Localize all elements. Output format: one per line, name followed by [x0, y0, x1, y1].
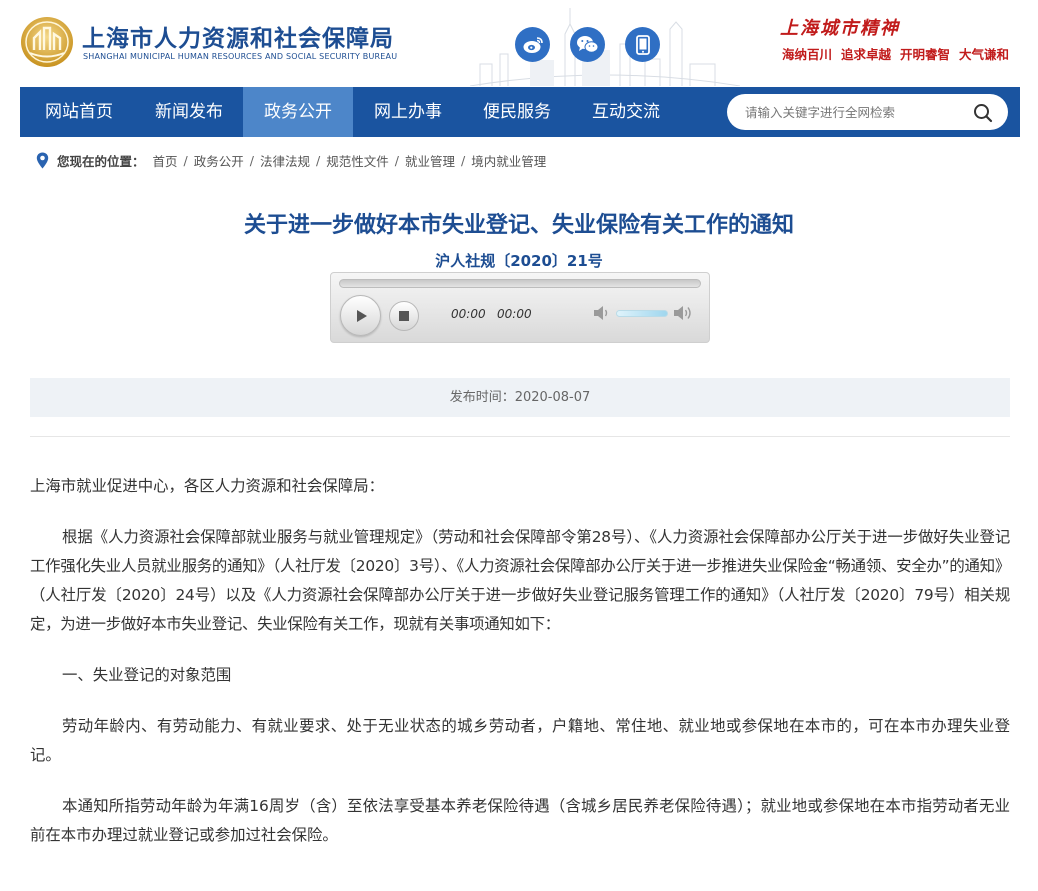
- audio-progress-bar[interactable]: [339, 279, 701, 288]
- mobile-link[interactable]: [625, 27, 660, 62]
- volume-slider[interactable]: [616, 310, 668, 317]
- weibo-link[interactable]: [515, 27, 550, 62]
- location-pin-icon: [36, 152, 49, 168]
- article-body: 上海市就业促进中心，各区人力资源和社会保障局： 根据《人力资源社会保障部就业服务…: [30, 472, 1010, 850]
- search-box: [727, 94, 1008, 130]
- article-paragraph: 本通知所指劳动年龄为年满16周岁（含）至依法享受基本养老保险待遇（含城乡居民养老…: [30, 797, 1010, 844]
- breadcrumb-employment-mgmt[interactable]: 就业管理: [405, 151, 455, 170]
- skyline-decoration: [470, 8, 740, 86]
- nav-item-news[interactable]: 新闻发布: [134, 87, 244, 137]
- breadcrumb-separator: /: [183, 152, 188, 168]
- mobile-icon: [635, 34, 650, 55]
- stop-icon: [399, 311, 409, 321]
- breadcrumb-separator: /: [460, 152, 466, 168]
- salutation: 上海市就业促进中心，各区人力资源和社会保障局：: [30, 477, 384, 495]
- wechat-icon: [577, 36, 599, 53]
- city-spirit-title: 上海城市精神: [780, 18, 900, 39]
- search-input[interactable]: [745, 94, 965, 130]
- motto-item: 大气谦和: [959, 47, 1010, 62]
- content-divider: [30, 436, 1010, 437]
- volume-mute-icon[interactable]: [593, 305, 611, 321]
- bureau-name[interactable]: 上海市人力资源和社会保障局: [82, 19, 394, 53]
- breadcrumb-separator: /: [394, 152, 399, 168]
- nav-item-home[interactable]: 网站首页: [24, 87, 134, 137]
- main-nav: 网站首页 新闻发布 政务公开 网上办事 便民服务 互动交流: [20, 87, 1020, 137]
- current-time: 00:00: [451, 307, 486, 321]
- motto-item: 开明睿智: [900, 47, 951, 62]
- bureau-emblem-icon[interactable]: [20, 16, 74, 68]
- breadcrumb-gov-affairs[interactable]: 政务公开: [194, 151, 244, 170]
- volume-max-icon[interactable]: [673, 304, 693, 322]
- breadcrumb: 您现在的位置： 首页 / 政务公开 / 法律法规 / 规范性文件 / 就业管理 …: [36, 150, 546, 170]
- nav-item-online-services[interactable]: 网上办事: [353, 87, 463, 137]
- article-paragraph: 根据《人力资源社会保障部就业服务与就业管理规定》（劳动和社会保障部令第28号）、…: [30, 528, 1010, 633]
- nav-item-public-services[interactable]: 便民服务: [462, 87, 572, 137]
- publish-info-bar: 发布时间：2020-08-07: [30, 378, 1010, 417]
- section-heading: 一、失业登记的对象范围: [62, 666, 232, 684]
- breadcrumb-separator: /: [249, 152, 254, 168]
- site-header: 上海市人力资源和社会保障局 SHANGHAI MUNICIPAL HUMAN R…: [0, 0, 1038, 87]
- article-paragraph: 劳动年龄内、有劳动能力、有就业要求、处于无业状态的城乡劳动者，户籍地、常住地、就…: [30, 717, 1010, 764]
- search-icon[interactable]: [973, 103, 993, 123]
- nav-item-interaction[interactable]: 互动交流: [571, 87, 681, 137]
- weibo-icon: [523, 36, 543, 53]
- wechat-link[interactable]: [570, 27, 605, 62]
- play-icon: [356, 309, 367, 322]
- publish-date: 2020-08-07: [514, 390, 591, 405]
- breadcrumb-home[interactable]: 首页: [153, 151, 178, 170]
- nav-item-gov-affairs[interactable]: 政务公开: [243, 87, 353, 137]
- bureau-name-english: SHANGHAI MUNICIPAL HUMAN RESOURCES AND S…: [83, 52, 398, 61]
- stop-button[interactable]: [389, 301, 419, 331]
- publish-label: 发布时间：: [449, 390, 515, 405]
- audio-player: 00:00 00:00: [330, 272, 710, 343]
- motto-item: 海纳百川: [782, 47, 833, 62]
- breadcrumb-laws[interactable]: 法律法规: [260, 151, 310, 170]
- duration-time: 00:00: [497, 307, 532, 321]
- breadcrumb-domestic-employment[interactable]: 境内就业管理: [471, 151, 546, 170]
- article-title: 关于进一步做好本市失业登记、失业保险有关工作的通知: [243, 213, 794, 238]
- city-spirit-mottos: 海纳百川 追求卓越 开明睿智 大气谦和: [782, 44, 1009, 63]
- document-number: 沪人社规〔2020〕21号: [435, 252, 603, 270]
- breadcrumb-lead: 您现在的位置：: [57, 153, 145, 169]
- motto-item: 追求卓越: [841, 47, 892, 62]
- breadcrumb-normative-docs[interactable]: 规范性文件: [326, 151, 389, 170]
- play-button[interactable]: [340, 295, 381, 336]
- breadcrumb-separator: /: [316, 152, 321, 168]
